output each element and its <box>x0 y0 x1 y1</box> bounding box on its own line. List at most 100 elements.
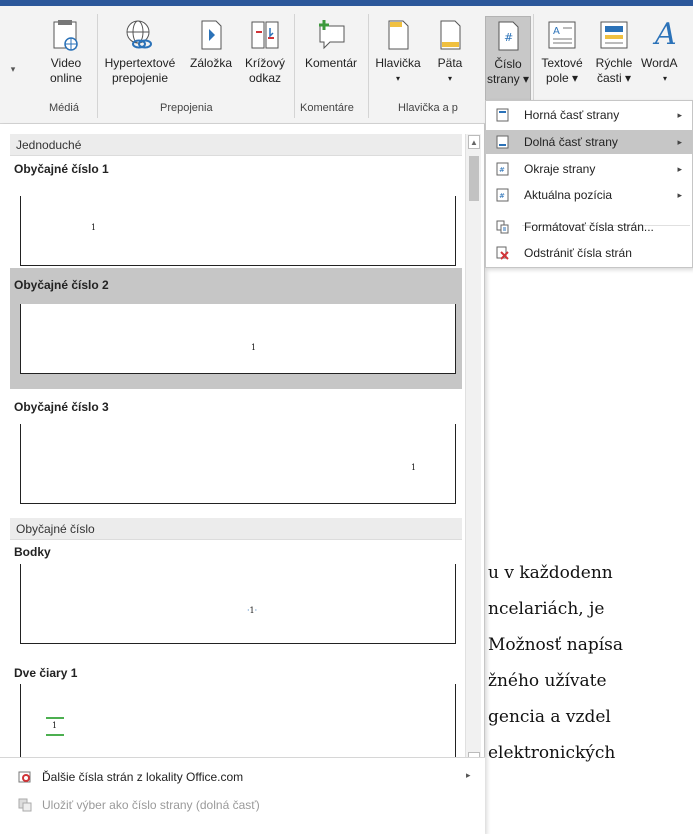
preview-page-number: 1 <box>411 463 417 472</box>
header-button[interactable]: Hlavička ▾ <box>370 8 426 86</box>
preview-dots-number: ·1· <box>247 606 258 615</box>
comment-icon <box>319 20 345 50</box>
chevron-right-icon: ▸ <box>677 164 682 174</box>
page-number-label-1: Číslo <box>494 57 522 71</box>
bookmark-label: Záložka <box>189 56 233 70</box>
submenu-label: Dolná časť strany <box>524 135 618 149</box>
top-of-page-icon <box>496 108 509 122</box>
header-dropdown-chevron-icon: ▾ <box>395 74 400 83</box>
more-page-numbers-label: Ďalšie čísla strán z lokality Office.com <box>42 770 244 784</box>
submenu-chevron-icon: ▸ <box>466 770 471 780</box>
page-number-button[interactable]: # Číslo strany ▾ <box>485 16 531 102</box>
chevron-right-icon: ▸ <box>677 137 682 147</box>
save-selection-label: Uložiť výber ako číslo strany (dolná čas… <box>42 798 260 812</box>
group-header-footer-label: Hlavička a p <box>398 102 458 114</box>
chevron-right-icon: ▸ <box>677 190 682 200</box>
bottom-of-page-icon <box>496 135 509 149</box>
gallery-item-plain-number-1-title: Obyčajné číslo 1 <box>14 162 109 176</box>
submenu-format-page-numbers[interactable]: Formátovať čísla strán... <box>486 215 692 239</box>
gallery-scrollbar[interactable]: ▲ ▼ <box>465 134 481 767</box>
preview-bottom-rule <box>46 734 64 736</box>
footer-button[interactable]: Päta ▾ <box>430 8 470 86</box>
submenu-bottom-of-page[interactable]: Dolná časť strany ▸ <box>486 130 692 154</box>
svg-text:A: A <box>553 26 560 37</box>
submenu-label: Formátovať čísla strán... <box>524 220 654 234</box>
video-icon <box>53 20 78 51</box>
more-page-numbers-office-button[interactable]: Ďalšie čísla strán z lokality Office.com <box>18 770 243 784</box>
text-box-label-2: pole ▾ <box>545 71 579 85</box>
preview-page-number: 1 <box>52 721 58 730</box>
cross-reference-label-2: odkaz <box>248 71 282 85</box>
scroll-thumb[interactable] <box>469 156 479 201</box>
submenu-page-margins[interactable]: # Okraje strany ▸ <box>486 157 692 181</box>
doc-line: gencia a vzdel <box>488 707 611 727</box>
submenu-label: Horná časť strany <box>524 108 620 122</box>
footer-icon <box>440 20 461 50</box>
gallery-item-dots[interactable]: ·1· <box>20 564 456 644</box>
wordart-button[interactable]: A WordA ▾ <box>641 8 693 86</box>
gallery-item-two-lines-1[interactable]: 1 <box>20 684 456 762</box>
cross-reference-button[interactable]: Krížový odkaz <box>241 8 289 86</box>
comment-label: Komentár <box>304 56 358 70</box>
svg-text:#: # <box>499 192 505 200</box>
group-divider <box>294 14 295 118</box>
doc-line: u v každodenn <box>488 563 613 583</box>
format-page-numbers-icon <box>496 220 509 234</box>
group-links-label: Prepojenia <box>160 102 213 114</box>
save-to-gallery-icon <box>18 798 32 812</box>
submenu-current-position[interactable]: # Aktuálna pozícia ▸ <box>486 183 692 207</box>
text-box-icon: A <box>548 21 576 49</box>
online-video-button[interactable]: Video online <box>40 8 92 86</box>
text-box-button[interactable]: A Textové pole ▾ <box>536 8 588 86</box>
hyperlink-button[interactable]: Hypertextové prepojenie <box>100 8 180 86</box>
doc-line: ncelariách, je <box>488 599 605 619</box>
submenu-top-of-page[interactable]: Horná časť strany ▸ <box>486 103 692 127</box>
quick-parts-button[interactable]: Rýchle časti ▾ <box>590 8 638 86</box>
header-label: Hlavička <box>375 56 421 70</box>
quick-parts-icon <box>600 21 628 49</box>
page-margins-icon: # <box>496 162 509 176</box>
footer-dropdown-chevron-icon: ▾ <box>447 74 452 83</box>
bookmark-button[interactable]: Záložka <box>186 8 236 71</box>
page-number-icon: # <box>498 21 519 51</box>
doc-line: Možnosť napísa <box>488 635 624 655</box>
gallery-item-plain-number-1[interactable]: 1 <box>20 196 456 266</box>
wordart-dropdown-chevron-icon: ▾ <box>663 74 668 83</box>
save-selection-button[interactable]: Uložiť výber ako číslo strany (dolná čas… <box>18 798 260 812</box>
gallery-item-two-lines-1-title: Dve čiary 1 <box>14 666 78 680</box>
quick-parts-label-1: Rýchle <box>595 56 633 70</box>
gallery-bottom-menu: Ďalšie čísla strán z lokality Office.com… <box>0 757 485 834</box>
wordart-label: WordA <box>641 56 678 70</box>
online-video-label-2: online <box>49 71 83 85</box>
submenu-remove-page-numbers[interactable]: Odstrániť čísla strán <box>486 241 692 265</box>
preview-page-number: 1 <box>251 343 257 352</box>
chevron-right-icon: ▸ <box>677 110 682 120</box>
group-comment-label: Komentáre <box>300 102 354 114</box>
scroll-up-arrow-icon[interactable]: ▲ <box>468 135 480 149</box>
document-body-text: u v každodenn ncelariách, je Možnosť nap… <box>488 555 623 771</box>
bookmark-icon <box>201 20 222 50</box>
text-box-label-1: Textové <box>541 56 583 70</box>
page-number-label-2: strany ▾ <box>486 72 530 86</box>
hyperlink-globe-icon <box>126 20 152 49</box>
hyperlink-label-1: Hypertextové <box>104 56 176 70</box>
preview-top-rule <box>46 717 64 719</box>
footer-label: Päta <box>437 56 463 70</box>
submenu-label: Odstrániť čísla strán <box>524 246 632 260</box>
online-video-label-1: Video <box>50 56 82 70</box>
ribbon-collapse-chevron[interactable]: ▾ <box>6 62 20 77</box>
group-divider <box>368 14 369 118</box>
svg-text:#: # <box>499 166 505 174</box>
gallery-item-plain-number-3[interactable]: 1 <box>20 424 456 504</box>
submenu-label: Aktuálna pozícia <box>524 188 613 202</box>
gallery-item-plain-number-2[interactable]: 1 <box>20 304 456 374</box>
svg-text:#: # <box>504 31 513 44</box>
office-online-icon <box>18 771 31 783</box>
gallery-item-plain-number-3-title: Obyčajné číslo 3 <box>14 400 109 414</box>
wordart-icon: A <box>655 17 677 52</box>
group-divider <box>97 14 98 118</box>
new-comment-button[interactable]: Komentár <box>298 8 364 71</box>
remove-page-numbers-icon <box>496 246 509 260</box>
doc-line: žného užívate <box>488 671 607 691</box>
header-icon <box>388 20 409 50</box>
